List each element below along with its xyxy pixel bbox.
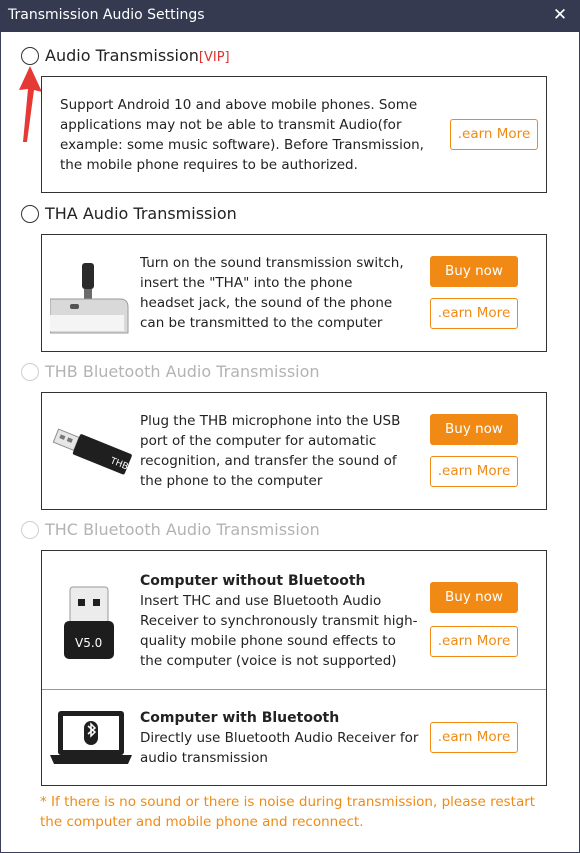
option-description: Turn on the sound transmission switch, i… [140,255,404,331]
buy-now-button[interactable]: Buy now [430,414,518,445]
section-heading: Computer with Bluetooth [140,710,340,726]
option-description: Computer without Bluetooth Insert THC an… [140,571,422,671]
option-description: Plug the THB microphone into the USB por… [140,413,401,489]
option-label-thb[interactable]: THB Bluetooth Audio Transmission [45,362,320,381]
option-label-audio-transmission[interactable]: Audio Transmission[VIP] [45,46,230,65]
section-description: Insert THC and use Bluetooth Audio Recei… [140,593,418,669]
buy-now-button[interactable]: Buy now [430,582,518,613]
learn-more-button[interactable]: .earn More [430,456,518,487]
section-heading: Computer without Bluetooth [140,573,366,589]
radio-tha-audio-transmission[interactable] [21,205,39,223]
laptop-bluetooth-image [50,711,132,764]
learn-more-button[interactable]: .earn More [430,626,518,657]
radio-audio-transmission[interactable] [21,47,39,65]
buy-now-button[interactable]: Buy now [430,256,518,287]
title-bar: Transmission Audio Settings ✕ [0,0,580,32]
thc-label-text: V5.0 [75,636,102,650]
option-box-audio-transmission: Support Android 10 and above mobile phon… [41,76,547,193]
thb-usb-dongle-image: THB [52,428,132,475]
option-label-tha[interactable]: THA Audio Transmission [45,204,237,223]
section-divider [42,689,546,690]
option-label-thc[interactable]: THC Bluetooth Audio Transmission [45,520,320,539]
option-description: Computer with Bluetooth Directly use Blu… [140,708,422,768]
vip-badge: [VIP] [198,50,230,65]
learn-more-button[interactable]: .earn More [430,298,518,329]
option-box-thb: THB Plug the THB microphone into the USB… [41,392,547,510]
option-label-text: Audio Transmission [45,46,199,65]
learn-more-button[interactable]: .earn More [450,119,538,150]
option-description: Support Android 10 and above mobile phon… [60,97,424,173]
learn-more-button[interactable]: .earn More [430,722,518,753]
option-box-thc: V5.0 Computer without Bluetooth Insert T… [41,550,547,786]
footer-note: * If there is no sound or there is noise… [40,794,536,830]
option-box-tha: Turn on the sound transmission switch, i… [41,234,547,352]
section-description: Directly use Bluetooth Audio Receiver fo… [140,730,419,766]
radio-thc-bluetooth-audio-transmission[interactable] [21,521,39,539]
window-title: Transmission Audio Settings [8,7,205,23]
tha-headset-adapter-image [50,263,129,334]
radio-thb-bluetooth-audio-transmission[interactable] [21,363,39,381]
close-icon[interactable]: ✕ [552,6,568,24]
thc-usb-receiver-image: V5.0 [64,586,114,659]
